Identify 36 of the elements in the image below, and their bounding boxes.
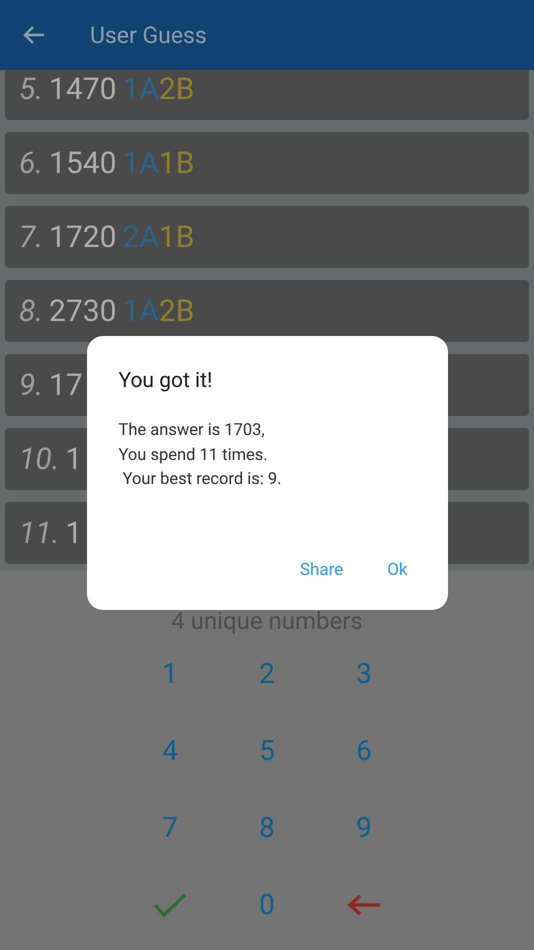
digit-key[interactable]: 8 [237,800,297,856]
digit-key[interactable]: 9 [334,800,394,856]
guess-result: 1A2B [122,294,194,328]
dialog-message: The answer is 1703, You spend 11 times. Your best record is: 9. [118,420,283,491]
digit-key[interactable]: 1 [140,646,200,702]
back-arrow-icon [346,892,382,916]
digit-key[interactable]: 0 [237,876,297,932]
guess-result: 1A1B [122,146,194,180]
digit-key[interactable]: 5 [237,722,297,778]
guess-index: 6. [19,146,44,180]
digit-key[interactable]: 7 [140,800,200,856]
digit-key[interactable]: 2 [237,646,297,702]
back-arrow-icon[interactable] [22,24,46,46]
digit-key[interactable]: 6 [334,722,394,778]
guess-number: 1720 [49,220,116,254]
check-icon [153,892,187,918]
guess-index: 11. [19,516,60,550]
guess-number: 2730 [49,294,116,328]
guess-number: 17 [49,368,83,402]
guess-number: 1540 [49,146,116,180]
guess-index: 9. [19,368,44,402]
digit-key[interactable]: 3 [334,646,394,702]
dialog-action[interactable]: Share [300,560,344,580]
guess-result: 1A2B [122,72,194,106]
dialog-title: You got it! [118,369,214,393]
guess-index: 8. [19,294,44,328]
guess-index: 7. [19,220,44,254]
guess-number: 1470 [49,72,116,106]
guess-number: 1 [65,516,82,550]
guess-number: 1 [65,442,82,476]
digit-key[interactable]: 4 [140,722,200,778]
guess-index: 10. [19,442,60,476]
guess-result: 2A1B [122,220,194,254]
screen-title: User Guess [90,22,207,48]
guess-index: 5. [19,72,44,106]
dialog-action[interactable]: Ok [387,560,408,580]
